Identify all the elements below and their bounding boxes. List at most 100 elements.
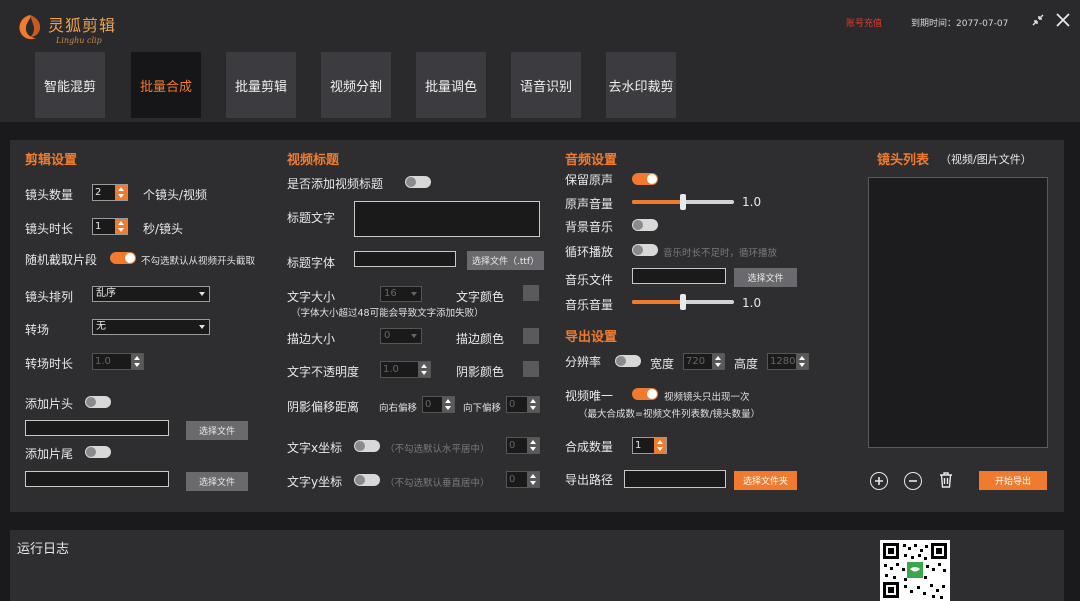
start-export-button[interactable]: 开始导出 [979,471,1047,490]
stepper-arrows-icon[interactable] [796,354,808,369]
merge-count-stepper[interactable]: 1 [632,437,667,454]
shot-count-unit: 个镜头/视频 [143,188,208,202]
text-opacity-stepper[interactable]: 1.0 [380,361,431,378]
add-intro-toggle[interactable] [85,396,111,408]
app-logo: 灵狐剪辑 Linghu clip [16,12,116,45]
run-log-title: 运行日志 [17,542,70,557]
unique-video-label: 视频唯一 [565,389,614,403]
text-x-stepper[interactable]: 0 [506,437,540,454]
stepper-arrows-icon[interactable] [527,438,539,453]
text-y-hint: （不勾选默认垂直居中） [385,478,490,489]
width-label: 宽度 [650,357,675,371]
original-volume-value: 1.0 [742,195,762,209]
text-x-hint: （不勾选默认水平居中） [385,444,490,455]
export-path-field[interactable] [624,470,726,488]
text-y-toggle[interactable] [354,474,380,486]
music-volume-fill [632,300,683,304]
shot-duration-unit: 秒/镜头 [143,222,184,236]
bgm-toggle[interactable] [632,219,658,231]
music-file-field[interactable] [632,268,726,284]
close-icon[interactable] [1055,12,1071,28]
stepper-arrows-icon[interactable] [712,354,724,369]
transition-duration-stepper[interactable]: 1.0 [92,353,144,370]
tab-speech-recognition[interactable]: 语音识别 [511,52,581,118]
transition-select[interactable]: 无 [92,319,210,335]
remove-icon[interactable] [904,472,922,490]
stepper-arrows-icon[interactable] [115,219,127,234]
trash-icon[interactable] [937,471,955,489]
intro-choose-file-button[interactable]: 选择文件 [186,421,248,440]
add-outro-toggle[interactable] [85,446,111,458]
tab-batch-color[interactable]: 批量调色 [416,52,486,118]
down-offset-label: 向下偏移 [463,403,502,414]
font-size-select[interactable]: 16 [380,286,422,302]
stepper-arrows-icon[interactable] [131,354,143,369]
unique-video-toggle[interactable] [632,388,658,400]
shot-file-list[interactable] [868,177,1048,448]
shadow-color-swatch[interactable] [523,361,539,377]
height-stepper[interactable]: 1280 [767,353,809,370]
down-offset-stepper[interactable]: 0 [506,396,540,413]
title-bar: 灵狐剪辑 Linghu clip 账号充值 到期时间：2077-07-07 智能… [0,0,1080,122]
export-settings-title: 导出设置 [565,330,618,345]
text-color-label: 文字颜色 [456,290,505,304]
loop-toggle[interactable] [632,244,658,256]
original-volume-fill [632,200,683,204]
stepper-arrows-icon[interactable] [527,397,539,412]
original-volume-slider[interactable] [632,194,734,210]
outro-file-field[interactable] [25,471,169,487]
unique-video-note: （最大合成数=视频文件列表数/镜头数量） [578,409,761,420]
width-stepper[interactable]: 720 [683,353,725,370]
qr-code-image [880,540,950,601]
stepper-arrows-icon[interactable] [418,362,430,377]
tab-video-split[interactable]: 视频分割 [321,52,391,118]
stroke-color-swatch[interactable] [523,328,539,344]
music-volume-slider[interactable] [632,294,734,310]
restore-icon[interactable] [1030,12,1046,28]
account-recharge-link[interactable]: 账号充值 [846,16,882,29]
shot-count-label: 镜头数量 [25,188,74,202]
keep-original-toggle[interactable] [632,173,658,185]
intro-file-field[interactable] [25,420,169,436]
random-clip-hint: 不勾选默认从视频开头截取 [141,256,256,267]
right-offset-label: 向右偏移 [379,403,418,414]
add-icon[interactable] [870,472,888,490]
stroke-size-label: 描边大小 [287,332,336,346]
random-clip-label: 随机截取片段 [25,253,98,267]
shot-order-select[interactable]: 乱序 [92,286,210,302]
stepper-arrows-icon[interactable] [527,472,539,487]
shot-count-stepper[interactable]: 2 [92,184,128,201]
music-choose-file-button[interactable]: 选择文件 [734,268,797,287]
shot-duration-stepper[interactable]: 1 [92,218,128,235]
tab-batch-merge[interactable]: 批量合成 [131,52,201,118]
tab-batch-edit[interactable]: 批量剪辑 [226,52,296,118]
original-volume-handle[interactable] [680,194,686,210]
right-offset-stepper[interactable]: 0 [422,396,455,413]
logo-title: 灵狐剪辑 [48,16,117,35]
text-y-label: 文字y坐标 [287,475,343,489]
text-y-stepper[interactable]: 0 [506,471,540,488]
outro-choose-file-button[interactable]: 选择文件 [186,472,248,491]
tab-watermark-crop[interactable]: 去水印裁剪 [606,52,676,118]
title-text-input[interactable] [354,201,540,237]
font-size-note: （字体大小超过48可能会导致文字添加失败） [291,308,484,319]
stroke-color-label: 描边颜色 [456,332,505,346]
choose-folder-button[interactable]: 选择文件夹 [734,471,797,490]
stepper-arrows-icon[interactable] [654,438,666,453]
add-title-label: 是否添加视频标题 [287,177,384,191]
text-x-toggle[interactable] [354,440,380,452]
music-volume-handle[interactable] [680,294,686,310]
font-choose-file-button[interactable]: 选择文件（.ttf） [467,251,544,270]
random-clip-toggle[interactable] [110,252,136,264]
music-file-label: 音乐文件 [565,273,614,287]
font-size-label: 文字大小 [287,290,336,304]
stepper-arrows-icon[interactable] [115,185,127,200]
stroke-size-select[interactable]: 0 [380,328,422,344]
tab-smart-mix[interactable]: 智能混剪 [35,52,105,118]
resolution-toggle[interactable] [615,355,641,367]
export-path-label: 导出路径 [565,473,614,487]
stepper-arrows-icon[interactable] [442,397,454,412]
add-title-toggle[interactable] [405,176,431,188]
title-font-field[interactable] [354,251,456,267]
text-color-swatch[interactable] [523,285,539,301]
